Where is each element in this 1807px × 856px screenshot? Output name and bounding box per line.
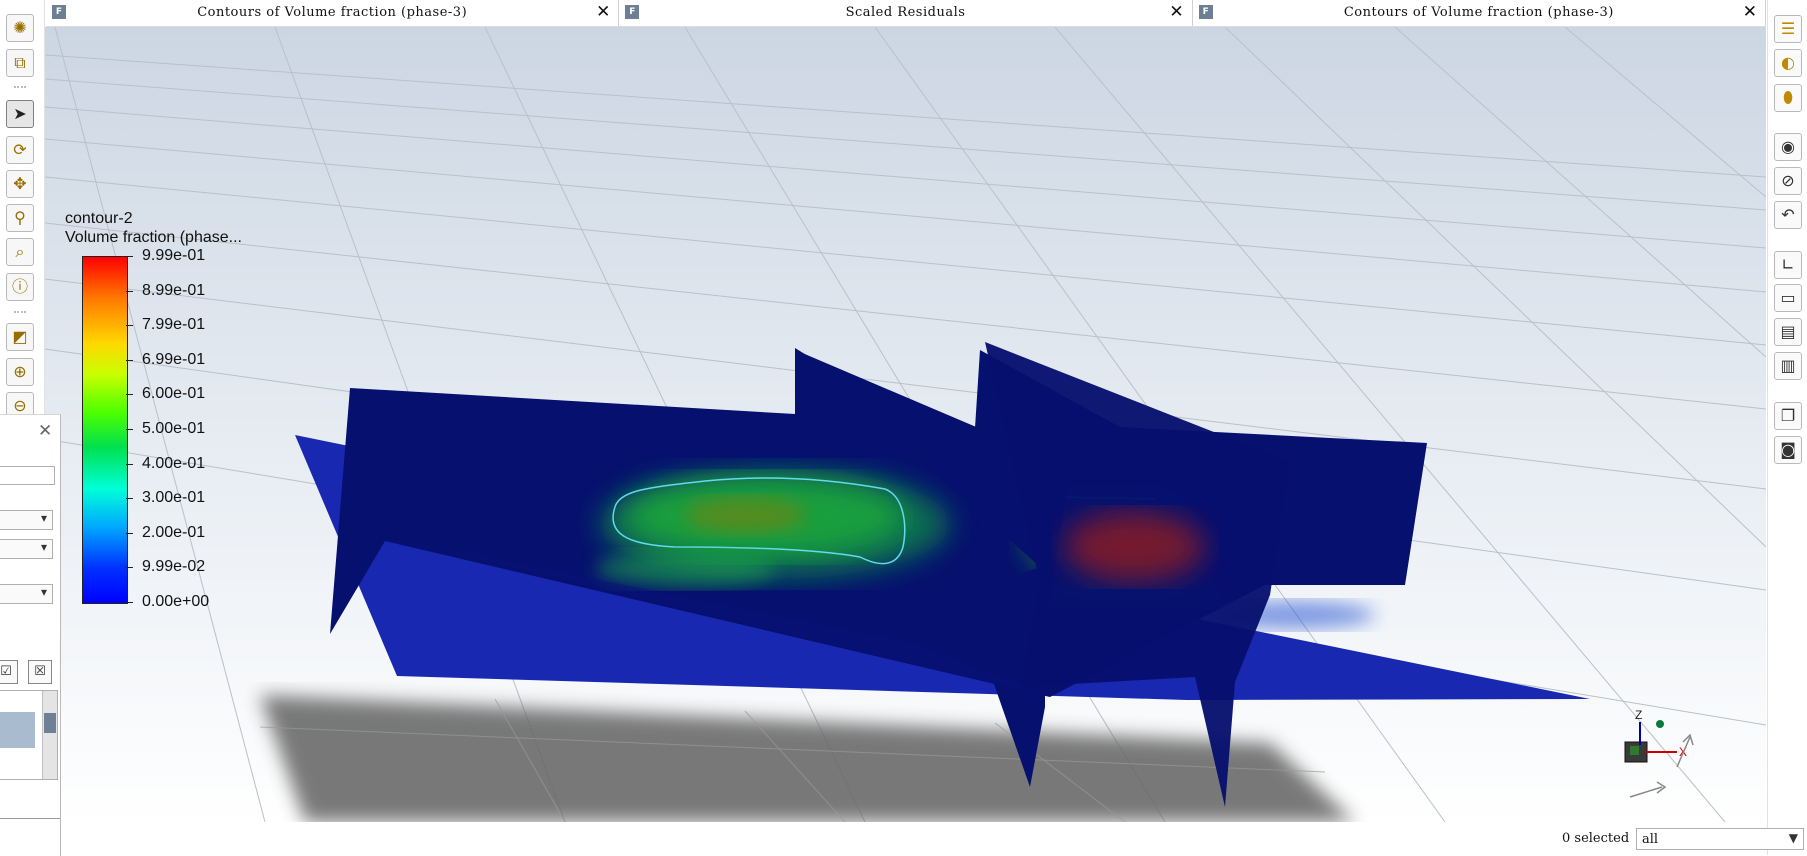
select-1[interactable]: ▾ [0, 510, 53, 530]
legend-tick [126, 290, 133, 292]
mesh-display-icon[interactable]: ⬮ [1774, 84, 1802, 112]
fit-box-icon[interactable]: ⧉ [6, 49, 34, 77]
legend-level-label: 6.00e-01 [142, 385, 206, 403]
chevron-down-icon: ▾ [40, 540, 47, 554]
select-3[interactable]: ▾ [0, 584, 53, 604]
selection-filter-select[interactable]: all ▼ [1636, 828, 1804, 850]
contour-region-2 [1065, 512, 1205, 582]
scrollbar-thumb[interactable] [44, 713, 56, 733]
legend-tick [126, 256, 133, 257]
close-icon[interactable]: ✕ [38, 421, 52, 441]
name-input[interactable] [0, 466, 55, 485]
divider [0, 818, 60, 819]
hide-eye-icon[interactable]: ⊘ [1774, 167, 1802, 195]
legend-tick [126, 463, 133, 465]
show-eye-icon[interactable]: ◉ [1774, 133, 1802, 161]
select-pointer-icon[interactable]: ➤ [6, 100, 34, 128]
triad-z-label: Z [1635, 708, 1642, 722]
filter-value: all [1642, 832, 1659, 847]
fluent-window-icon: F [52, 5, 66, 19]
zoom-in-icon[interactable]: ⊕ [6, 358, 34, 386]
surface-list[interactable] [0, 690, 58, 780]
tab-title: Scaled Residuals [845, 5, 966, 20]
tab-title: Contours of Volume fraction (phase-3) [1343, 5, 1614, 20]
legend-tick [126, 602, 133, 603]
legend-tick [126, 532, 133, 534]
close-icon[interactable]: ✕ [596, 2, 610, 22]
annotation-icon[interactable]: ▤ [1774, 318, 1802, 346]
legend-level-label: 0.00e+00 [142, 593, 210, 610]
legend-level-label: 9.99e-02 [142, 558, 206, 576]
chevron-down-icon: ▼ [1788, 831, 1798, 845]
camera-icon[interactable]: ◙ [1774, 436, 1802, 464]
scrollbar[interactable] [42, 691, 57, 779]
legend-tick [126, 429, 133, 430]
select-all-icon[interactable]: ☑ [0, 660, 18, 684]
chevron-down-icon: ▾ [40, 585, 47, 599]
side-panel: ✕ ▾ ▾ ▾ ☑ ☒ [0, 414, 61, 856]
deselect-all-icon[interactable]: ☒ [28, 660, 52, 684]
legend-level-label: 3.00e-01 [142, 489, 206, 507]
fluent-window-icon: F [1198, 5, 1213, 19]
legend-level-label: 8.99e-01 [142, 281, 206, 299]
tab-contours-1[interactable]: F Contours of Volume fraction (phase-3) … [46, 0, 620, 26]
colorbar [82, 256, 128, 604]
legend-title: contour-2 [65, 210, 133, 227]
legend-tick [126, 567, 133, 569]
legend-tick [126, 359, 133, 361]
legend-icon[interactable]: ▥ [1774, 352, 1802, 380]
fluent-window-icon: F [625, 5, 640, 19]
legend-level-label: 9.99e-01 [142, 247, 206, 264]
tab-title: Contours of Volume fraction (phase-3) [197, 5, 468, 20]
ruler-icon[interactable]: ◩ [6, 323, 34, 351]
undo-view-icon[interactable]: ↶ [1774, 201, 1802, 229]
zoom-box-icon[interactable]: ⌕ [6, 238, 34, 266]
lighting-icon[interactable]: ◐ [1774, 49, 1802, 77]
close-icon[interactable]: ✕ [1743, 2, 1757, 22]
toolbar-grip [14, 86, 26, 91]
legend-variable: Volume fraction (phase... [65, 229, 242, 246]
tab-scaled-residuals[interactable]: F Scaled Residuals ✕ [619, 0, 1193, 26]
tab-contours-2[interactable]: F Contours of Volume fraction (phase-3) … [1192, 0, 1766, 26]
list-item-selected[interactable] [0, 712, 35, 748]
rotate-icon[interactable]: ⟳ [6, 136, 34, 164]
close-icon[interactable]: ✕ [1169, 2, 1183, 22]
legend-tick [126, 325, 133, 327]
pan-icon[interactable]: ✥ [6, 170, 34, 198]
legend-level-label: 5.00e-01 [142, 420, 206, 437]
zoom-icon[interactable]: ⚲ [6, 204, 34, 232]
legend-level-label: 4.00e-01 [142, 454, 206, 472]
tab-bar: F Contours of Volume fraction (phase-3) … [46, 0, 1766, 27]
select-2[interactable]: ▾ [0, 539, 53, 559]
copy-icon[interactable]: ❐ [1774, 402, 1802, 430]
right-toolbar: ☰ ◐ ⬮ ◉ ⊘ ↶ ∟ ▭ ▤ ▥ ❐ ◙ [1767, 0, 1807, 855]
legend-level-label: 7.99e-01 [142, 316, 206, 334]
legend-tick [126, 394, 133, 396]
toolbar-grip [14, 311, 26, 316]
legend-level-label: 2.00e-01 [142, 523, 206, 541]
colormap-icon[interactable]: ▭ [1774, 284, 1802, 312]
mesh-sphere-icon[interactable]: ✺ [6, 14, 34, 42]
legend-tick [126, 498, 133, 500]
selection-count: 0 selected [1562, 831, 1630, 846]
axes-icon[interactable]: ∟ [1774, 251, 1802, 279]
contour-legend: contour-2 Volume fraction (phase... 9.99… [65, 210, 305, 610]
info-icon[interactable]: ⓘ [6, 273, 34, 301]
legend-level-label: 6.99e-01 [142, 350, 206, 368]
graphics-viewport[interactable]: Z X contour-2 Volume fraction (phase... … [45, 27, 1766, 822]
layers-icon[interactable]: ☰ [1774, 15, 1802, 43]
chevron-down-icon: ▾ [40, 511, 47, 525]
